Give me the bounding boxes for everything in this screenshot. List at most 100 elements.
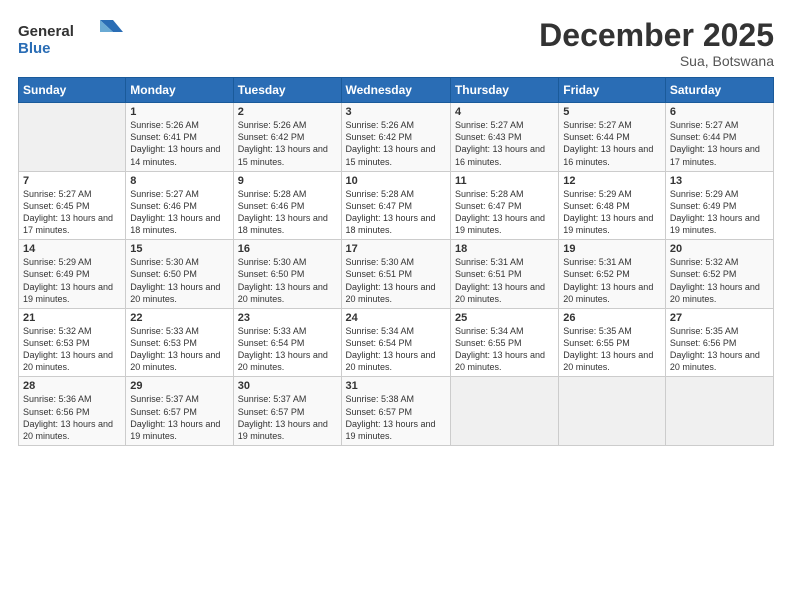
day-info: Sunrise: 5:29 AMSunset: 6:49 PMDaylight:…: [670, 188, 769, 237]
logo-text: General Blue: [18, 18, 128, 63]
header: General Blue December 2025 Sua, Botswana: [18, 18, 774, 69]
table-row: 31Sunrise: 5:38 AMSunset: 6:57 PMDayligh…: [341, 377, 450, 446]
week-row-0: 1Sunrise: 5:26 AMSunset: 6:41 PMDaylight…: [19, 103, 774, 172]
day-info: Sunrise: 5:36 AMSunset: 6:56 PMDaylight:…: [23, 393, 121, 442]
week-row-3: 21Sunrise: 5:32 AMSunset: 6:53 PMDayligh…: [19, 308, 774, 377]
table-row: 20Sunrise: 5:32 AMSunset: 6:52 PMDayligh…: [665, 240, 773, 309]
table-row: [19, 103, 126, 172]
day-info: Sunrise: 5:28 AMSunset: 6:47 PMDaylight:…: [455, 188, 554, 237]
table-row: 7Sunrise: 5:27 AMSunset: 6:45 PMDaylight…: [19, 171, 126, 240]
day-info: Sunrise: 5:27 AMSunset: 6:46 PMDaylight:…: [130, 188, 228, 237]
day-number: 15: [130, 243, 228, 255]
day-info: Sunrise: 5:32 AMSunset: 6:53 PMDaylight:…: [23, 325, 121, 374]
day-number: 22: [130, 312, 228, 324]
col-header-thursday: Thursday: [450, 78, 558, 103]
table-row: 24Sunrise: 5:34 AMSunset: 6:54 PMDayligh…: [341, 308, 450, 377]
table-row: 12Sunrise: 5:29 AMSunset: 6:48 PMDayligh…: [559, 171, 666, 240]
week-row-1: 7Sunrise: 5:27 AMSunset: 6:45 PMDaylight…: [19, 171, 774, 240]
table-row: 14Sunrise: 5:29 AMSunset: 6:49 PMDayligh…: [19, 240, 126, 309]
day-info: Sunrise: 5:31 AMSunset: 6:51 PMDaylight:…: [455, 256, 554, 305]
day-number: 23: [238, 312, 337, 324]
day-number: 16: [238, 243, 337, 255]
day-number: 9: [238, 175, 337, 187]
day-info: Sunrise: 5:35 AMSunset: 6:55 PMDaylight:…: [563, 325, 661, 374]
table-row: 5Sunrise: 5:27 AMSunset: 6:44 PMDaylight…: [559, 103, 666, 172]
table-row: 6Sunrise: 5:27 AMSunset: 6:44 PMDaylight…: [665, 103, 773, 172]
col-header-sunday: Sunday: [19, 78, 126, 103]
day-number: 28: [23, 380, 121, 392]
day-number: 29: [130, 380, 228, 392]
day-info: Sunrise: 5:33 AMSunset: 6:54 PMDaylight:…: [238, 325, 337, 374]
day-info: Sunrise: 5:32 AMSunset: 6:52 PMDaylight:…: [670, 256, 769, 305]
day-number: 21: [23, 312, 121, 324]
day-info: Sunrise: 5:28 AMSunset: 6:47 PMDaylight:…: [346, 188, 446, 237]
col-header-saturday: Saturday: [665, 78, 773, 103]
day-info: Sunrise: 5:29 AMSunset: 6:48 PMDaylight:…: [563, 188, 661, 237]
day-number: 12: [563, 175, 661, 187]
header-row: Sunday Monday Tuesday Wednesday Thursday…: [19, 78, 774, 103]
day-number: 25: [455, 312, 554, 324]
table-row: 16Sunrise: 5:30 AMSunset: 6:50 PMDayligh…: [233, 240, 341, 309]
table-row: 8Sunrise: 5:27 AMSunset: 6:46 PMDaylight…: [126, 171, 233, 240]
week-row-2: 14Sunrise: 5:29 AMSunset: 6:49 PMDayligh…: [19, 240, 774, 309]
col-header-friday: Friday: [559, 78, 666, 103]
day-info: Sunrise: 5:38 AMSunset: 6:57 PMDaylight:…: [346, 393, 446, 442]
day-info: Sunrise: 5:34 AMSunset: 6:54 PMDaylight:…: [346, 325, 446, 374]
svg-text:Blue: Blue: [18, 40, 51, 57]
table-row: 30Sunrise: 5:37 AMSunset: 6:57 PMDayligh…: [233, 377, 341, 446]
table-row: [450, 377, 558, 446]
day-number: 5: [563, 106, 661, 118]
day-number: 20: [670, 243, 769, 255]
table-row: 17Sunrise: 5:30 AMSunset: 6:51 PMDayligh…: [341, 240, 450, 309]
day-number: 11: [455, 175, 554, 187]
table-row: 21Sunrise: 5:32 AMSunset: 6:53 PMDayligh…: [19, 308, 126, 377]
week-row-4: 28Sunrise: 5:36 AMSunset: 6:56 PMDayligh…: [19, 377, 774, 446]
logo: General Blue: [18, 18, 128, 63]
table-row: 23Sunrise: 5:33 AMSunset: 6:54 PMDayligh…: [233, 308, 341, 377]
table-row: [559, 377, 666, 446]
day-info: Sunrise: 5:35 AMSunset: 6:56 PMDaylight:…: [670, 325, 769, 374]
table-row: [665, 377, 773, 446]
table-row: 3Sunrise: 5:26 AMSunset: 6:42 PMDaylight…: [341, 103, 450, 172]
day-info: Sunrise: 5:27 AMSunset: 6:43 PMDaylight:…: [455, 119, 554, 168]
col-header-monday: Monday: [126, 78, 233, 103]
day-info: Sunrise: 5:26 AMSunset: 6:42 PMDaylight:…: [238, 119, 337, 168]
day-info: Sunrise: 5:30 AMSunset: 6:50 PMDaylight:…: [130, 256, 228, 305]
day-info: Sunrise: 5:37 AMSunset: 6:57 PMDaylight:…: [238, 393, 337, 442]
day-number: 24: [346, 312, 446, 324]
table-row: 22Sunrise: 5:33 AMSunset: 6:53 PMDayligh…: [126, 308, 233, 377]
day-info: Sunrise: 5:34 AMSunset: 6:55 PMDaylight:…: [455, 325, 554, 374]
day-number: 3: [346, 106, 446, 118]
month-title: December 2025: [539, 18, 774, 53]
col-header-wednesday: Wednesday: [341, 78, 450, 103]
page: General Blue December 2025 Sua, Botswana…: [0, 0, 792, 612]
day-number: 1: [130, 106, 228, 118]
day-info: Sunrise: 5:27 AMSunset: 6:44 PMDaylight:…: [670, 119, 769, 168]
day-number: 18: [455, 243, 554, 255]
day-number: 6: [670, 106, 769, 118]
table-row: 1Sunrise: 5:26 AMSunset: 6:41 PMDaylight…: [126, 103, 233, 172]
svg-text:General: General: [18, 23, 74, 40]
location: Sua, Botswana: [539, 53, 774, 69]
day-number: 31: [346, 380, 446, 392]
table-row: 13Sunrise: 5:29 AMSunset: 6:49 PMDayligh…: [665, 171, 773, 240]
table-row: 9Sunrise: 5:28 AMSunset: 6:46 PMDaylight…: [233, 171, 341, 240]
title-block: December 2025 Sua, Botswana: [539, 18, 774, 69]
day-number: 17: [346, 243, 446, 255]
day-number: 13: [670, 175, 769, 187]
day-info: Sunrise: 5:33 AMSunset: 6:53 PMDaylight:…: [130, 325, 228, 374]
table-row: 25Sunrise: 5:34 AMSunset: 6:55 PMDayligh…: [450, 308, 558, 377]
table-row: 15Sunrise: 5:30 AMSunset: 6:50 PMDayligh…: [126, 240, 233, 309]
day-info: Sunrise: 5:31 AMSunset: 6:52 PMDaylight:…: [563, 256, 661, 305]
day-number: 8: [130, 175, 228, 187]
day-number: 4: [455, 106, 554, 118]
table-row: 4Sunrise: 5:27 AMSunset: 6:43 PMDaylight…: [450, 103, 558, 172]
day-info: Sunrise: 5:29 AMSunset: 6:49 PMDaylight:…: [23, 256, 121, 305]
day-number: 19: [563, 243, 661, 255]
day-info: Sunrise: 5:37 AMSunset: 6:57 PMDaylight:…: [130, 393, 228, 442]
table-row: 19Sunrise: 5:31 AMSunset: 6:52 PMDayligh…: [559, 240, 666, 309]
day-info: Sunrise: 5:28 AMSunset: 6:46 PMDaylight:…: [238, 188, 337, 237]
table-row: 18Sunrise: 5:31 AMSunset: 6:51 PMDayligh…: [450, 240, 558, 309]
day-info: Sunrise: 5:26 AMSunset: 6:41 PMDaylight:…: [130, 119, 228, 168]
day-info: Sunrise: 5:27 AMSunset: 6:45 PMDaylight:…: [23, 188, 121, 237]
